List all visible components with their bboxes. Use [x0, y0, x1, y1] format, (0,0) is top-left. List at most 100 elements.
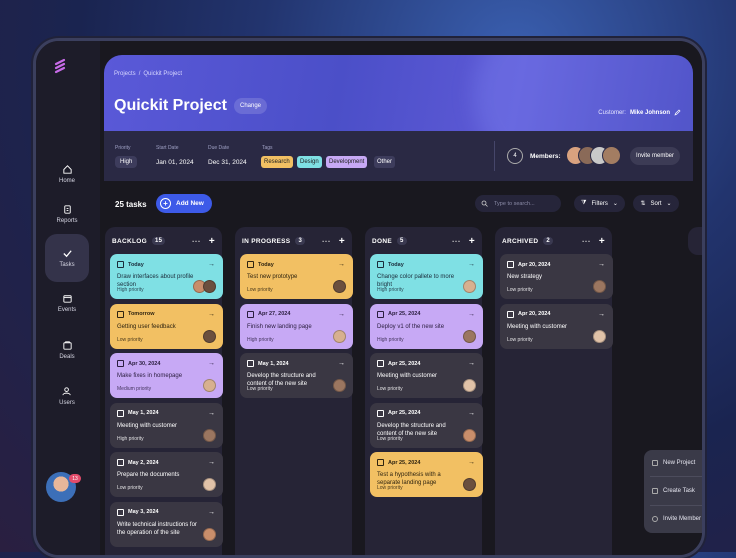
- sidebar-item-reports[interactable]: Reports: [45, 190, 89, 238]
- more-icon[interactable]: ···: [192, 237, 201, 246]
- search-input[interactable]: Type to search...: [475, 195, 561, 212]
- task-title: Deploy v1 of the new site: [377, 323, 445, 330]
- arrow-right-icon[interactable]: →: [598, 261, 605, 268]
- avatar[interactable]: [203, 280, 216, 293]
- avatar[interactable]: [463, 329, 476, 343]
- sidebar-item-label: Deals: [59, 354, 75, 360]
- arrow-right-icon[interactable]: →: [208, 509, 215, 516]
- column-count: 3: [295, 237, 306, 245]
- add-icon[interactable]: +: [599, 236, 605, 247]
- invite-member-button[interactable]: Invite member: [630, 147, 681, 165]
- add-icon[interactable]: +: [469, 236, 475, 247]
- members-count: 4: [507, 148, 523, 164]
- project-header: [104, 55, 693, 131]
- task-priority: High priority: [247, 336, 274, 343]
- customer-info: Customer: Mike Johnson: [598, 109, 681, 116]
- arrow-right-icon[interactable]: →: [338, 261, 345, 268]
- arrow-right-icon[interactable]: →: [468, 261, 475, 268]
- avatar[interactable]: [203, 329, 216, 343]
- task-card[interactable]: Apr 27, 2024 → Finish new landing page High…: [240, 303, 353, 349]
- avatar[interactable]: [333, 379, 346, 392]
- avatar[interactable]: [593, 280, 606, 293]
- sidebar-item-tasks[interactable]: Tasks: [45, 234, 89, 282]
- menu-item-label: Invite Member: [663, 516, 702, 522]
- avatar[interactable]: [463, 428, 476, 442]
- arrow-right-icon[interactable]: →: [208, 410, 215, 417]
- arrow-right-icon[interactable]: →: [208, 360, 215, 367]
- avatar[interactable]: [203, 379, 216, 392]
- avatar[interactable]: [463, 478, 476, 491]
- arrow-right-icon[interactable]: →: [468, 410, 475, 417]
- member-avatar[interactable]: [602, 146, 621, 165]
- more-icon[interactable]: ···: [452, 237, 461, 246]
- task-card[interactable]: Tomorrow → Getting user feedback Low priori…: [110, 303, 223, 349]
- task-priority: High priority: [117, 287, 144, 293]
- task-date-text: Apr 25, 2024: [388, 311, 421, 317]
- menu-item-create-task[interactable]: Create Task: [652, 488, 695, 494]
- filters-button[interactable]: ⧩ Filters ⌄: [574, 195, 625, 212]
- task-card[interactable]: Apr 25, 2024 → Develop the structure and c…: [370, 402, 483, 448]
- avatar[interactable]: [333, 329, 346, 343]
- tag-development[interactable]: Development: [326, 156, 368, 168]
- divider: [650, 476, 702, 477]
- avatar[interactable]: [333, 280, 346, 293]
- edit-icon[interactable]: [674, 109, 681, 116]
- avatar[interactable]: [463, 280, 476, 293]
- sidebar-item-events[interactable]: Events: [45, 279, 89, 327]
- arrow-right-icon[interactable]: →: [208, 311, 215, 318]
- tag-other[interactable]: Other: [374, 156, 396, 168]
- avatar[interactable]: [463, 379, 476, 392]
- new-column[interactable]: ···+: [688, 227, 702, 255]
- tag-design[interactable]: Design: [297, 156, 322, 168]
- sidebar-item-users[interactable]: Users: [45, 372, 89, 420]
- task-priority: Low priority: [117, 336, 143, 343]
- avatar[interactable]: [203, 428, 216, 442]
- add-new-button[interactable]: + Add New: [156, 194, 212, 213]
- avatar[interactable]: [203, 478, 216, 491]
- task-date: Apr 27, 2024: [247, 310, 346, 318]
- task-card[interactable]: May 2, 2024 → Prepare the documents Low pri…: [110, 452, 223, 497]
- task-card[interactable]: May 3, 2024 → Write technical instructions…: [110, 501, 223, 547]
- arrow-right-icon[interactable]: →: [468, 311, 475, 318]
- customer-name: Mike Johnson: [629, 109, 670, 116]
- assignee-avatars: [463, 379, 476, 392]
- task-card[interactable]: Apr 25, 2024 → Deploy v1 of the new site Hi…: [370, 303, 483, 349]
- add-icon[interactable]: +: [209, 236, 215, 247]
- task-card[interactable]: Apr 25, 2024 → Test a hypothesis with a se…: [370, 452, 483, 497]
- task-card[interactable]: Apr 30, 2024 → Make fixes in homepage Mediu…: [110, 353, 223, 398]
- add-icon[interactable]: +: [339, 236, 345, 247]
- more-icon[interactable]: ···: [322, 237, 331, 246]
- task-card[interactable]: Apr 20, 2024 → Meeting with customer Low pr…: [500, 303, 613, 349]
- task-icon: [652, 488, 658, 494]
- tag-research[interactable]: Research: [261, 156, 293, 168]
- sort-label: Sort: [650, 200, 662, 207]
- filters-label: Filters: [591, 200, 608, 207]
- task-card[interactable]: Today → Draw interfaces about profile sect…: [110, 254, 223, 299]
- column-in-progress: IN PROGRESS 3 ··· + Today → Test new prototype…: [235, 227, 353, 555]
- menu-item-invite-member[interactable]: Invite Member: [652, 516, 701, 522]
- task-card[interactable]: May 1, 2024 → Meeting with customer High pr…: [110, 402, 223, 448]
- change-button[interactable]: Change: [234, 98, 268, 114]
- task-card[interactable]: Apr 25, 2024 → Meeting with customer Low pr…: [370, 353, 483, 398]
- search-placeholder: Type to search...: [494, 200, 535, 207]
- customer-label: Customer:: [598, 109, 626, 116]
- avatar[interactable]: [593, 329, 606, 343]
- arrow-right-icon[interactable]: →: [208, 459, 215, 466]
- task-card[interactable]: Today → Test new prototype Low priority: [240, 254, 353, 299]
- avatar[interactable]: [203, 527, 216, 541]
- sort-button[interactable]: ⇅ Sort ⌄: [633, 195, 679, 212]
- task-card[interactable]: May 1, 2024 → Develop the structure and co…: [240, 353, 353, 398]
- arrow-right-icon[interactable]: →: [598, 311, 605, 318]
- task-card[interactable]: Today → Change color pallete to more brigh…: [370, 254, 483, 299]
- arrow-right-icon[interactable]: →: [338, 311, 345, 318]
- arrow-right-icon[interactable]: →: [468, 360, 475, 367]
- task-title: Meeting with customer: [117, 422, 178, 429]
- more-icon[interactable]: ···: [582, 237, 591, 246]
- task-card[interactable]: Apr 20, 2024 → New strategy Low priority: [500, 254, 613, 299]
- arrow-right-icon[interactable]: →: [338, 360, 345, 367]
- breadcrumb-projects[interactable]: Projects: [114, 71, 136, 77]
- sidebar-item-deals[interactable]: Deals: [45, 326, 89, 374]
- menu-item-new-project[interactable]: New Project: [652, 460, 695, 466]
- arrow-right-icon[interactable]: →: [468, 459, 475, 466]
- arrow-right-icon[interactable]: →: [208, 261, 215, 268]
